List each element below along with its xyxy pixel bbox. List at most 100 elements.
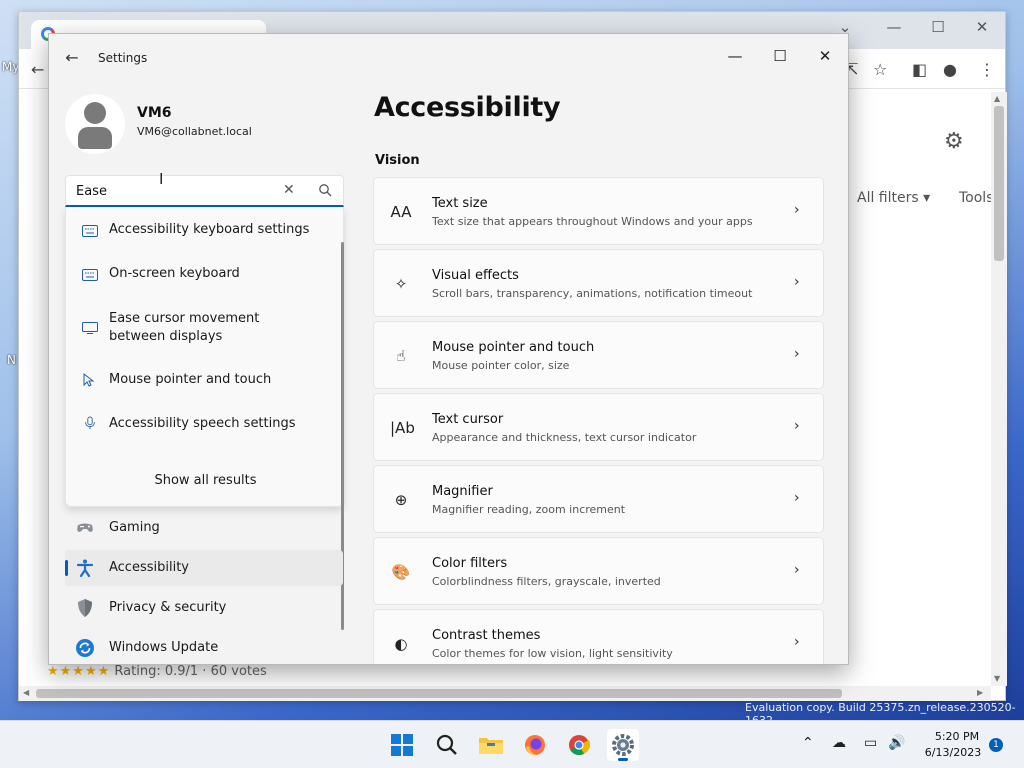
firefox-button[interactable]	[519, 729, 551, 761]
volume-icon[interactable]: 🔊	[888, 735, 905, 751]
card-title: Magnifier	[432, 484, 493, 499]
card-text-size[interactable]: AA Text size Text size that appears thro…	[373, 177, 824, 245]
chrome-icon	[569, 735, 591, 756]
title-bar: ← Settings — ☐ ✕	[49, 34, 848, 82]
close-button[interactable]: ✕	[802, 40, 848, 72]
side-panel-icon[interactable]: ◧	[912, 60, 927, 79]
nav-label: Privacy & security	[109, 600, 227, 615]
chevron-right-icon: ›	[794, 346, 800, 362]
palette-icon: 🎨	[391, 563, 411, 581]
chevron-right-icon: ›	[794, 490, 800, 506]
card-description: Colorblindness filters, grayscale, inver…	[432, 575, 661, 588]
card-magnifier[interactable]: ⊕ Magnifier Magnifier reading, zoom incr…	[373, 465, 824, 533]
card-title: Visual effects	[432, 268, 519, 283]
scrollbar-thumb[interactable]	[994, 106, 1004, 261]
search-icon[interactable]	[318, 183, 332, 197]
tools-button[interactable]: Tools	[959, 190, 994, 206]
monitor-icon	[82, 322, 98, 334]
contrast-icon: ◐	[394, 635, 408, 653]
cloud-offline-icon[interactable]: ☁	[832, 735, 846, 751]
nav-item-accessibility[interactable]: Accessibility	[65, 550, 343, 586]
minimize-icon[interactable]: —	[879, 18, 909, 36]
chrome-button[interactable]	[563, 729, 595, 761]
profile-icon[interactable]: ●	[943, 60, 957, 79]
card-text-cursor[interactable]: |Ab Text cursor Appearance and thickness…	[373, 393, 824, 461]
card-contrast-themes[interactable]: ◐ Contrast themes Color themes for low v…	[373, 609, 824, 664]
nav-item-gaming[interactable]: Gaming	[65, 510, 343, 546]
settings-taskbar-button[interactable]	[607, 729, 639, 761]
nav-item-privacy-security[interactable]: Privacy & security	[65, 590, 343, 626]
network-icon[interactable]: ▭	[864, 735, 877, 751]
card-description: Mouse pointer color, size	[432, 359, 570, 372]
chevron-right-icon: ›	[794, 202, 800, 218]
horizontal-scrollbar[interactable]: ◀ ▶	[19, 686, 991, 701]
desktop-icon-label[interactable]: N	[7, 353, 16, 367]
suggestion-label: Accessibility speech settings	[109, 416, 296, 431]
firefox-icon	[525, 735, 545, 756]
gear-icon	[612, 734, 634, 756]
desktop-icon-label[interactable]: My	[2, 60, 19, 74]
show-all-results-button[interactable]: Show all results	[66, 473, 345, 488]
avatar[interactable]	[65, 94, 125, 154]
rating-text: Rating: 0.9/1 · 60 votes	[114, 664, 267, 679]
gamepad-icon	[77, 523, 93, 532]
suggestion-item[interactable]: On-screen keyboard	[66, 265, 331, 293]
gear-icon[interactable]: ⚙	[944, 129, 964, 154]
suggestion-item[interactable]: Accessibility speech settings	[66, 415, 331, 443]
vertical-scrollbar[interactable]: ▲ ▼	[991, 92, 1007, 686]
card-visual-effects[interactable]: ✧ Visual effects Scroll bars, transparen…	[373, 249, 824, 317]
clear-search-icon[interactable]: ✕	[283, 182, 295, 198]
nav-item-windows-update[interactable]: Windows Update	[65, 630, 343, 664]
suggestion-label: Accessibility keyboard settings	[109, 222, 310, 237]
scroll-right-icon[interactable]: ▶	[977, 688, 983, 697]
section-title: Vision	[375, 153, 420, 168]
scroll-up-icon[interactable]: ▲	[994, 94, 1000, 103]
settings-window: ← Settings — ☐ ✕ VM6 VM6@collabnet.local…	[48, 33, 849, 665]
suggestion-label: Ease cursor movement between displays	[109, 311, 260, 344]
star-icon[interactable]: ☆	[873, 60, 887, 79]
back-arrow-icon[interactable]: ←	[31, 60, 44, 79]
suggestion-item[interactable]: Mouse pointer and touch	[66, 371, 331, 399]
text-size-icon: AA	[390, 203, 412, 221]
folder-icon	[479, 738, 503, 754]
close-icon[interactable]: ✕	[967, 18, 997, 36]
menu-icon[interactable]: ⋮	[979, 60, 995, 79]
card-color-filters[interactable]: 🎨 Color filters Colorblindness filters, …	[373, 537, 824, 605]
clock-time[interactable]: 5:20 PM	[930, 730, 984, 743]
card-description: Magnifier reading, zoom increment	[432, 503, 626, 516]
chevron-up-icon[interactable]: ⌃	[802, 735, 814, 751]
card-title: Text size	[432, 196, 488, 211]
taskbar: ⌃ ☁ ▭ 🔊 5:20 PM 6/13/2023 1	[0, 720, 1024, 768]
search-button[interactable]	[431, 729, 463, 761]
keyboard-icon	[82, 269, 98, 281]
card-description: Text size that appears throughout Window…	[432, 215, 753, 228]
minimize-button[interactable]: —	[712, 40, 758, 72]
clock-date[interactable]: 6/13/2023	[922, 746, 984, 759]
maximize-button[interactable]: ☐	[757, 40, 803, 72]
search-box[interactable]: ✕	[65, 175, 344, 207]
mouse-pointer-icon	[83, 373, 95, 387]
scroll-left-icon[interactable]: ◀	[23, 688, 29, 697]
back-button[interactable]: ←	[61, 48, 83, 68]
card-title: Text cursor	[432, 412, 504, 427]
notification-badge[interactable]: 1	[989, 738, 1003, 752]
card-mouse-pointer-touch[interactable]: ☝ Mouse pointer and touch Mouse pointer …	[373, 321, 824, 389]
file-explorer-button[interactable]	[475, 729, 507, 761]
suggestion-item[interactable]: Ease cursor movement between displays	[66, 310, 331, 350]
rating-stars: ★★★★★	[47, 664, 111, 679]
magnifier-icon: ⊕	[394, 491, 408, 509]
page-title: Accessibility	[374, 92, 561, 123]
scroll-down-icon[interactable]: ▼	[994, 674, 1000, 683]
search-suggestions: Accessibility keyboard settings On-scree…	[65, 207, 344, 507]
avatar-head	[84, 102, 106, 124]
search-input[interactable]	[76, 181, 276, 201]
update-icon	[76, 639, 94, 657]
suggestion-item[interactable]: Accessibility keyboard settings	[66, 221, 331, 249]
scrollbar-thumb[interactable]	[36, 689, 842, 698]
all-filters-button[interactable]: All filters ▾	[857, 190, 930, 206]
card-description: Appearance and thickness, text cursor in…	[432, 431, 697, 444]
card-title: Contrast themes	[432, 628, 541, 643]
maximize-icon[interactable]: ☐	[923, 18, 953, 36]
search-icon	[436, 734, 457, 755]
start-button[interactable]	[386, 729, 418, 761]
